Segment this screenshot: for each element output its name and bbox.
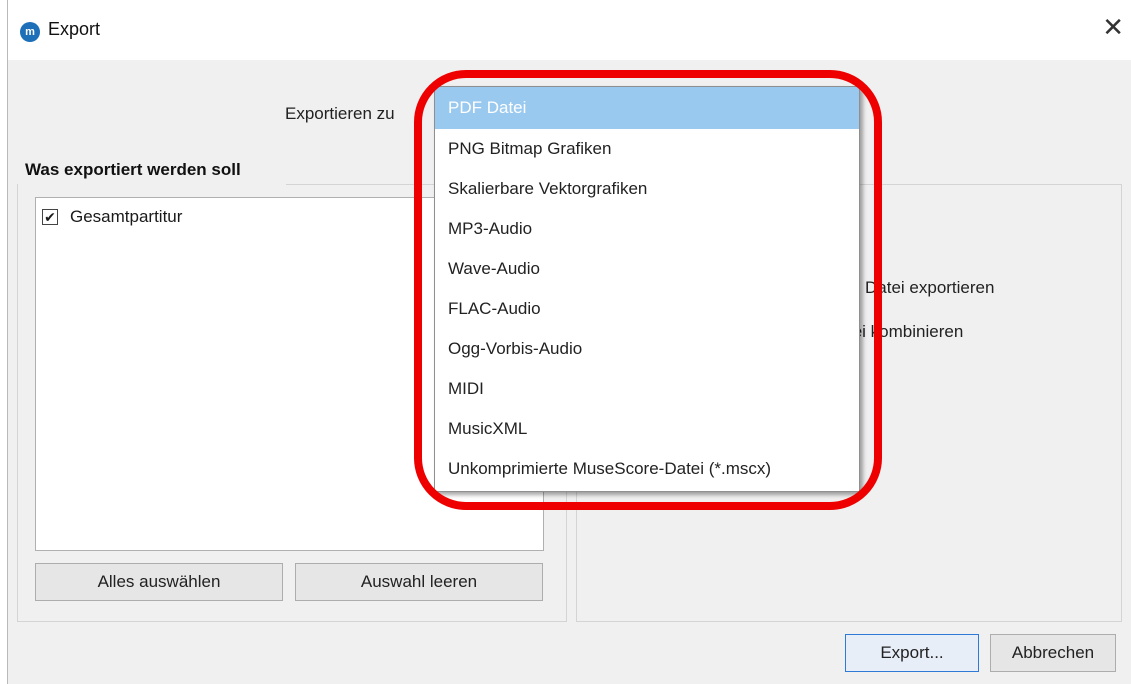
dropdown-option-svg[interactable]: Skalierbare Vektorgrafiken bbox=[435, 169, 859, 209]
checkbox-checked-icon[interactable]: ✔ bbox=[42, 209, 58, 225]
musescore-app-icon: m bbox=[20, 22, 40, 42]
cancel-button[interactable]: Abbrechen bbox=[990, 634, 1116, 672]
list-item[interactable]: ✔ Gesamtpartitur bbox=[42, 207, 182, 227]
dropdown-option-ogg[interactable]: Ogg-Vorbis-Audio bbox=[435, 329, 859, 369]
export-to-label: Exportieren zu bbox=[285, 104, 395, 123]
export-option-1-label: Datei exportieren bbox=[865, 278, 995, 297]
export-button[interactable]: Export... bbox=[845, 634, 979, 672]
export-option-2-label: tei kombinieren bbox=[848, 322, 964, 341]
dropdown-option-wave[interactable]: Wave-Audio bbox=[435, 249, 859, 289]
dropdown-option-pdf[interactable]: PDF Datei bbox=[435, 87, 859, 129]
dropdown-option-midi[interactable]: MIDI bbox=[435, 369, 859, 409]
title-bar: m Export ✕ bbox=[8, 0, 1131, 60]
select-all-button[interactable]: Alles auswählen bbox=[35, 563, 283, 601]
clear-selection-button[interactable]: Auswahl leeren bbox=[295, 563, 543, 601]
dropdown-option-flac[interactable]: FLAC-Audio bbox=[435, 289, 859, 329]
dropdown-option-png[interactable]: PNG Bitmap Grafiken bbox=[435, 129, 859, 169]
close-icon[interactable]: ✕ bbox=[1102, 14, 1124, 40]
group-title-gap bbox=[18, 184, 286, 185]
dropdown-option-musicxml[interactable]: MusicXML bbox=[435, 409, 859, 449]
export-format-dropdown-list[interactable]: PDF Datei PNG Bitmap Grafiken Skalierbar… bbox=[434, 86, 860, 492]
window-title: Export bbox=[48, 19, 101, 39]
what-to-export-title: Was exportiert werden soll bbox=[22, 160, 247, 180]
dropdown-option-mscx[interactable]: Unkomprimierte MuseScore-Datei (*.mscx) bbox=[435, 449, 859, 489]
list-item-label: Gesamtpartitur bbox=[70, 207, 183, 226]
dropdown-option-mp3[interactable]: MP3-Audio bbox=[435, 209, 859, 249]
